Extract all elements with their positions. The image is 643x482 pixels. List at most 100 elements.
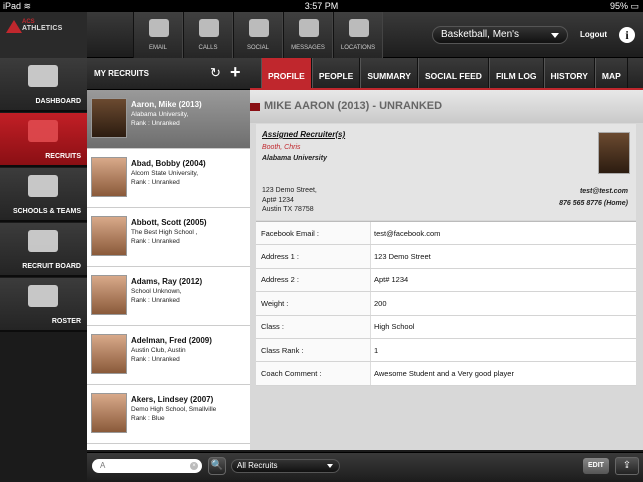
clear-search-icon[interactable]: × xyxy=(190,462,198,470)
list-item[interactable]: Abad, Bobby (2004) Alcorn State Universit… xyxy=(87,149,250,208)
sidebar-item-recruits[interactable]: RECRUITS xyxy=(0,113,87,167)
recruit-name: Adelman, Fred (2009) xyxy=(131,336,212,345)
field-label: Facebook Email : xyxy=(256,222,371,245)
clock: 3:57 PM xyxy=(304,1,339,11)
sidebar-item-dashboard[interactable]: DASHBOARD xyxy=(0,58,87,112)
logo-text-athletics: ATHLETICS xyxy=(22,25,63,32)
field-label: Class : xyxy=(256,315,371,338)
address-line-1: 123 Demo Street, xyxy=(262,187,317,194)
tab-history[interactable]: HISTORY xyxy=(543,58,595,88)
sidebar-item-recruit-board[interactable]: RECRUIT BOARD xyxy=(0,223,87,277)
recruit-photo xyxy=(91,275,127,315)
tab-film-log[interactable]: FILM LOG xyxy=(488,58,544,88)
field-label: Class Rank : xyxy=(256,338,371,362)
search-input[interactable]: A × xyxy=(92,459,202,473)
recruit-school: Alabama University, xyxy=(131,111,189,118)
sport-select[interactable]: Basketball, Men's xyxy=(432,26,568,44)
nav-messages[interactable]: MESSAGES xyxy=(283,12,333,58)
recruit-school: Austin Club, Austin xyxy=(131,347,186,354)
search-icon: 🔍 xyxy=(210,460,224,471)
field-value: 1 xyxy=(374,345,379,355)
nav-email[interactable]: EMAIL xyxy=(133,12,183,58)
recruit-detail: MIKE AARON (2013) - UNRANKED Assigned Re… xyxy=(250,90,643,450)
social-icon xyxy=(249,19,269,37)
field-value: Apt# 1234 xyxy=(374,275,409,285)
nav-calls[interactable]: CALLS xyxy=(183,12,233,58)
nav-calls-label: CALLS xyxy=(198,45,218,51)
nav-email-label: EMAIL xyxy=(148,45,167,51)
search-button[interactable]: 🔍 xyxy=(208,457,226,475)
tab-people[interactable]: PEOPLE xyxy=(311,58,361,88)
app-logo: ACS ATHLETICS xyxy=(0,12,87,58)
recruit-name: Akers, Lindsey (2007) xyxy=(131,395,214,404)
field-label: Coach Comment : xyxy=(256,362,371,385)
search-input-value: A xyxy=(100,461,106,470)
recruits-icon xyxy=(28,120,58,142)
recruit-phone[interactable]: 876 565 8776 (Home) xyxy=(559,198,628,210)
recruit-school: School Unknown, xyxy=(131,288,182,295)
top-nav: EMAIL CALLS SOCIAL MESSAGES LOCATIONS xyxy=(133,12,383,58)
table-row: Address 2 : Apt# 1234 xyxy=(256,268,636,293)
recruit-name: Aaron, Mike (2013) xyxy=(131,100,202,109)
info-icon[interactable]: i xyxy=(619,27,635,43)
tab-profile[interactable]: PROFILE xyxy=(261,58,312,88)
field-value: Awesome Student and a Very good player xyxy=(374,369,514,379)
detail-title-bar: MIKE AARON (2013) - UNRANKED xyxy=(250,90,643,123)
recruit-filter-select[interactable]: All Recruits xyxy=(231,459,340,473)
recruit-rank: Rank : Unranked xyxy=(131,238,180,245)
sport-select-value: Basketball, Men's xyxy=(441,29,520,40)
recruit-school-name: Alabama University xyxy=(262,155,327,162)
edit-button[interactable]: EDIT xyxy=(583,458,609,474)
sidebar-item-label: ROSTER xyxy=(51,318,81,325)
logout-button[interactable]: Logout xyxy=(580,30,607,39)
tab-summary[interactable]: SUMMARY xyxy=(360,58,418,88)
address-line-2: Apt# 1234 xyxy=(262,196,294,204)
profile-tabs: PROFILE PEOPLE SUMMARY SOCIAL FEED FILM … xyxy=(250,58,643,90)
table-row: Facebook Email : test@facebook.com xyxy=(256,222,636,246)
recruit-email[interactable]: test@test.com xyxy=(559,186,628,198)
profile-fields-table: Facebook Email : test@facebook.com Addres… xyxy=(256,221,636,386)
list-item[interactable]: Akers, Lindsey (2007) Demo High School, S… xyxy=(87,385,250,444)
field-value: test@facebook.com xyxy=(374,228,441,238)
recruiter-name[interactable]: Booth, Chris xyxy=(262,144,301,151)
list-item[interactable]: Abbott, Scott (2005) The Best High School… xyxy=(87,208,250,267)
email-icon xyxy=(149,19,169,37)
recruit-school: Alcorn State University, xyxy=(131,170,199,177)
sidebar-item-label: DASHBOARD xyxy=(35,98,82,105)
chevron-down-icon xyxy=(327,464,333,468)
recruit-rank: Rank : Unranked xyxy=(131,120,180,127)
nav-social[interactable]: SOCIAL xyxy=(233,12,283,58)
list-item[interactable]: Adelman, Fred (2009) Austin Club, Austin R… xyxy=(87,326,250,385)
bottom-left-bar xyxy=(0,452,87,482)
share-button[interactable]: ⇪ xyxy=(615,457,639,475)
sidebar-item-schools-teams[interactable]: SCHOOLS & TEAMS xyxy=(0,168,87,222)
status-bar: iPad ≋ 3:57 PM 95% ▭ xyxy=(0,0,643,12)
recruit-rank: Rank : Unranked xyxy=(131,179,180,186)
assigned-recruiters-heading: Assigned Recruiter(s) xyxy=(262,130,346,139)
refresh-icon[interactable]: ↻ xyxy=(210,65,221,81)
recruit-list-header: MY RECRUITS ↻ + xyxy=(87,58,250,90)
recruiter-card: Assigned Recruiter(s) Booth, Chris Alaba… xyxy=(256,124,636,220)
schools-icon xyxy=(28,175,58,197)
nav-messages-label: MESSAGES xyxy=(291,45,325,51)
recruit-rank: Rank : Blue xyxy=(131,415,165,422)
recruit-photo xyxy=(91,157,127,197)
sidebar-item-roster[interactable]: ROSTER xyxy=(0,278,87,332)
title-accent xyxy=(250,103,260,111)
list-item[interactable]: Aaron, Mike (2013) Alabama University, Ran… xyxy=(87,90,250,149)
tab-social-feed[interactable]: SOCIAL FEED xyxy=(417,58,489,88)
nav-locations[interactable]: LOCATIONS xyxy=(333,12,383,58)
phone-icon xyxy=(199,19,219,37)
recruit-rank: Rank : Unranked xyxy=(131,356,180,363)
dashboard-icon xyxy=(28,65,58,87)
recruit-school: The Best High School , xyxy=(131,229,198,236)
table-row: Coach Comment : Awesome Student and a Ver… xyxy=(256,362,636,386)
tab-map[interactable]: MAP xyxy=(594,58,628,88)
list-item[interactable]: Adams, Ray (2012) School Unknown, Rank : U… xyxy=(87,267,250,326)
field-label: Address 1 : xyxy=(256,245,371,268)
nav-locations-label: LOCATIONS xyxy=(340,45,376,51)
recruit-list[interactable]: Aaron, Mike (2013) Alabama University, Ran… xyxy=(87,90,250,450)
add-recruit-button[interactable]: + xyxy=(230,62,241,83)
field-value: 123 Demo Street xyxy=(374,252,431,262)
table-row: Class Rank :1 xyxy=(256,338,636,363)
